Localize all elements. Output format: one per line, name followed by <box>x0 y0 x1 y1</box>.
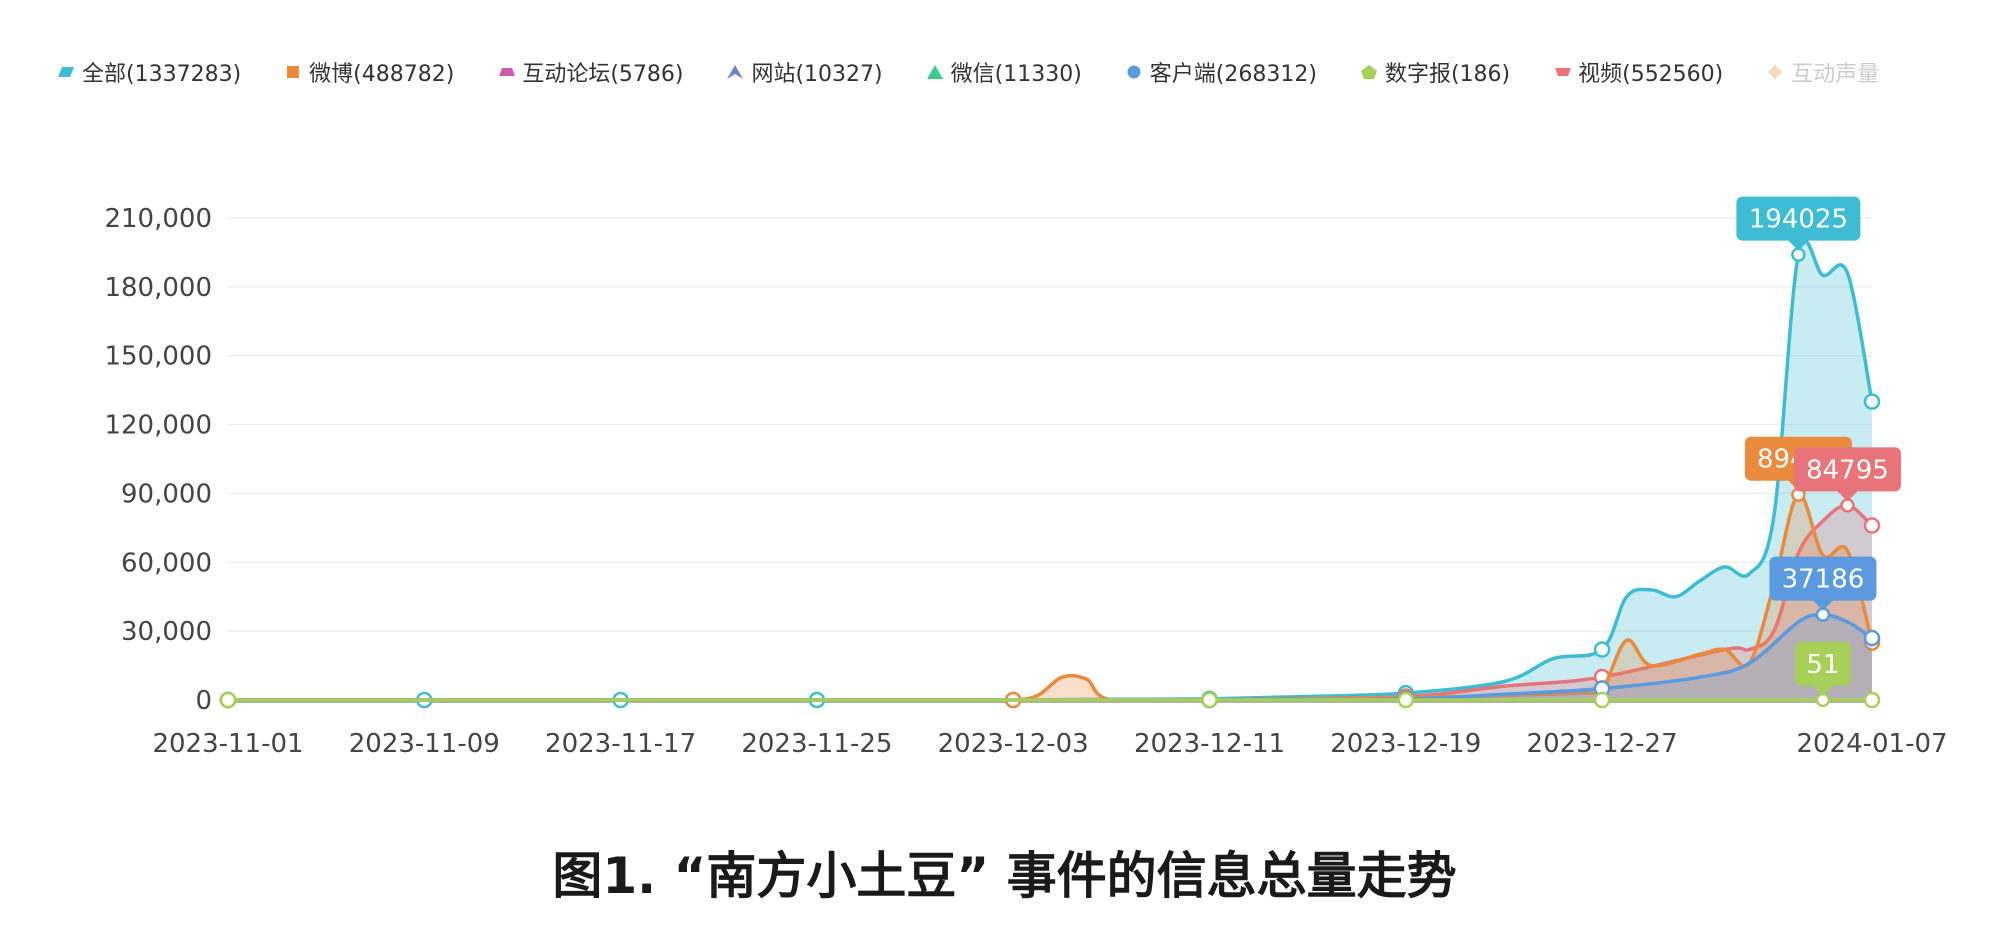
x-tick-label: 2024-01-07 <box>1796 729 1947 759</box>
y-tick-label: 120,000 <box>104 411 212 441</box>
y-tick-label: 30,000 <box>121 617 212 647</box>
y-tick-label: 150,000 <box>104 342 212 372</box>
y-tick-label: 180,000 <box>104 273 212 303</box>
data-point[interactable] <box>219 691 237 709</box>
value-callout: 194025 <box>1736 196 1861 262</box>
x-tick-label: 2023-12-11 <box>1134 729 1285 759</box>
y-tick-label: 210,000 <box>104 204 212 234</box>
y-tick-label: 60,000 <box>121 548 212 578</box>
data-point[interactable] <box>1863 517 1881 534</box>
trend-chart: 0 30,000 60,000 90,000 120,000 150,000 180,000… <box>104 196 1948 759</box>
y-tick-label: 90,000 <box>121 479 212 509</box>
figure-caption: 图1. “南方小土豆” 事件的信息总量走势 <box>552 847 1457 905</box>
x-tick-label: 2023-11-09 <box>349 729 500 759</box>
data-point[interactable] <box>1593 641 1611 658</box>
data-point[interactable] <box>1593 691 1611 709</box>
x-tick-label: 2023-12-03 <box>938 729 1089 759</box>
x-tick-label: 2023-12-19 <box>1330 729 1481 759</box>
y-tick-label: 0 <box>195 686 212 716</box>
data-point[interactable] <box>1201 691 1218 709</box>
x-tick-label: 2023-12-27 <box>1527 729 1678 759</box>
callout-value: 84795 <box>1806 455 1889 485</box>
callout-value: 37186 <box>1782 565 1865 595</box>
data-point[interactable] <box>1397 691 1415 709</box>
x-tick-label: 2023-11-25 <box>741 729 892 759</box>
data-point[interactable] <box>1863 691 1881 709</box>
x-tick-label: 2023-11-17 <box>545 729 696 759</box>
data-point[interactable] <box>1863 393 1881 410</box>
x-tick-label: 2023-11-01 <box>152 729 303 759</box>
data-point[interactable] <box>1863 629 1881 647</box>
callout-value: 194025 <box>1749 205 1848 235</box>
callout-value: 51 <box>1806 650 1839 680</box>
